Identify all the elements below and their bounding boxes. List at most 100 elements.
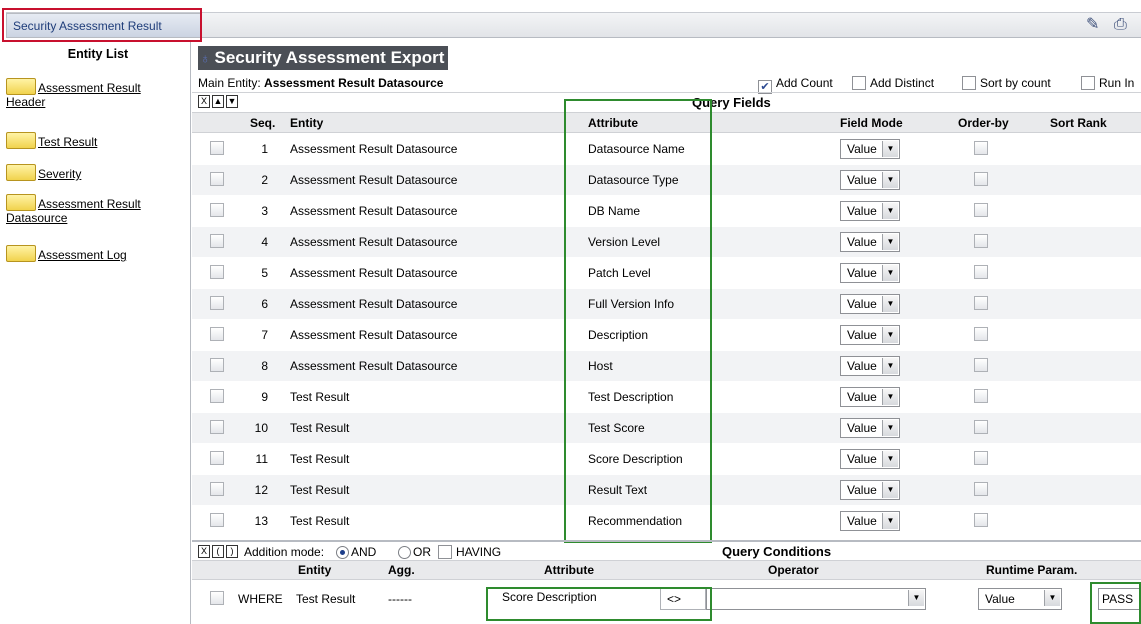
having-checkbox[interactable] <box>438 545 452 559</box>
order-by-checkbox[interactable] <box>974 451 988 465</box>
add-count-label: Add Count <box>776 76 833 90</box>
chevron-down-icon[interactable]: ▼ <box>882 327 898 343</box>
entity-item-assessment-result-datasource[interactable]: Assessment Result Datasource <box>6 194 141 225</box>
chevron-down-icon[interactable]: ▼ <box>882 265 898 281</box>
row-checkbox[interactable] <box>210 482 224 496</box>
print-icon[interactable]: ⎙ <box>1114 14 1127 36</box>
condition-row-checkbox[interactable] <box>210 591 224 605</box>
order-by-checkbox[interactable] <box>974 358 988 372</box>
row-checkbox[interactable] <box>210 389 224 403</box>
chevron-down-icon[interactable]: ▼ <box>1044 590 1060 606</box>
order-by-checkbox[interactable] <box>974 172 988 186</box>
remove-icon[interactable]: X <box>198 95 210 108</box>
chevron-down-icon[interactable]: ▼ <box>908 590 924 606</box>
add-distinct-checkbox[interactable] <box>852 76 866 90</box>
or-radio-option[interactable]: OR <box>398 545 431 559</box>
run-in-checkbox[interactable] <box>1081 76 1095 90</box>
chevron-down-icon[interactable]: ▼ <box>882 296 898 312</box>
move-up-icon[interactable]: ▲ <box>212 95 224 108</box>
row-checkbox[interactable] <box>210 203 224 217</box>
runtime-param-value: Value <box>985 592 1015 606</box>
row-entity: Assessment Result Datasource <box>290 204 458 218</box>
chevron-down-icon[interactable]: ▼ <box>882 172 898 188</box>
field-mode-select[interactable]: Value ▼ <box>840 263 900 283</box>
run-in-option[interactable]: Run In <box>1081 76 1134 90</box>
order-by-checkbox[interactable] <box>974 265 988 279</box>
or-radio[interactable] <box>398 546 411 559</box>
field-mode-select[interactable]: Value ▼ <box>840 356 900 376</box>
row-attribute: Score Description <box>588 452 683 466</box>
entity-item-test-result[interactable]: Test Result <box>6 132 97 149</box>
tab-security-assessment-result[interactable]: Security Assessment Result <box>6 13 202 38</box>
and-radio-option[interactable]: AND <box>336 545 376 559</box>
row-checkbox[interactable] <box>210 141 224 155</box>
entity-item-assessment-result-header[interactable]: Assessment Result Header <box>6 78 141 109</box>
chevron-down-icon[interactable]: ▼ <box>882 203 898 219</box>
sort-by-count-checkbox[interactable] <box>962 76 976 90</box>
table-row: 7 Assessment Result Datasource Descripti… <box>192 320 1141 351</box>
field-mode-value: Value <box>847 514 877 528</box>
field-mode-select[interactable]: Value ▼ <box>840 480 900 500</box>
field-mode-select[interactable]: Value ▼ <box>840 294 900 314</box>
runtime-param-select[interactable]: Value ▼ <box>978 588 1062 610</box>
add-distinct-label: Add Distinct <box>870 76 935 90</box>
order-by-checkbox[interactable] <box>974 327 988 341</box>
chevron-down-icon[interactable]: ▼ <box>882 389 898 405</box>
order-by-checkbox[interactable] <box>974 203 988 217</box>
query-fields-rows: 1 Assessment Result Datasource Datasourc… <box>192 134 1141 537</box>
condition-clause: WHERE <box>238 592 283 606</box>
close-paren-icon[interactable]: ) <box>226 545 238 558</box>
entity-item-label: Severity <box>38 167 82 181</box>
order-by-checkbox[interactable] <box>974 389 988 403</box>
add-distinct-option[interactable]: Add Distinct <box>852 76 934 90</box>
row-checkbox[interactable] <box>210 234 224 248</box>
remove-condition-icon[interactable]: X <box>198 545 210 558</box>
chevron-down-icon[interactable]: ▼ <box>882 482 898 498</box>
chevron-down-icon[interactable]: ▼ <box>882 420 898 436</box>
row-checkbox[interactable] <box>210 172 224 186</box>
chevron-down-icon[interactable]: ▼ <box>882 513 898 529</box>
entity-item-label-line2: Datasource <box>6 211 68 225</box>
field-mode-select[interactable]: Value ▼ <box>840 232 900 252</box>
order-by-checkbox[interactable] <box>974 482 988 496</box>
sort-by-count-option[interactable]: Sort by count <box>962 76 1051 90</box>
order-by-checkbox[interactable] <box>974 296 988 310</box>
and-radio[interactable] <box>336 546 349 559</box>
row-checkbox[interactable] <box>210 358 224 372</box>
condition-value-input[interactable]: PASS <box>1098 588 1141 610</box>
field-mode-select[interactable]: Value ▼ <box>840 511 900 531</box>
field-mode-select[interactable]: Value ▼ <box>840 418 900 438</box>
table-row: 12 Test Result Result Text Value ▼ <box>192 475 1141 506</box>
run-in-label: Run In <box>1099 76 1135 90</box>
row-entity: Assessment Result Datasource <box>290 359 458 373</box>
entity-item-severity[interactable]: Severity <box>6 164 81 181</box>
having-option[interactable]: HAVING <box>438 545 501 559</box>
open-paren-icon[interactable]: ( <box>212 545 224 558</box>
operator-value-select[interactable]: ▼ <box>706 588 926 610</box>
order-by-checkbox[interactable] <box>974 141 988 155</box>
row-checkbox[interactable] <box>210 513 224 527</box>
entity-item-assessment-log[interactable]: Assessment Log <box>6 245 127 262</box>
row-checkbox[interactable] <box>210 420 224 434</box>
row-checkbox[interactable] <box>210 451 224 465</box>
chevron-down-icon[interactable]: ▼ <box>882 234 898 250</box>
row-checkbox[interactable] <box>210 296 224 310</box>
order-by-checkbox[interactable] <box>974 420 988 434</box>
order-by-checkbox[interactable] <box>974 513 988 527</box>
chevron-down-icon[interactable]: ▼ <box>882 358 898 374</box>
field-mode-select[interactable]: Value ▼ <box>840 325 900 345</box>
move-down-icon[interactable]: ▼ <box>226 95 238 108</box>
edit-icon[interactable]: ✎ <box>1086 14 1099 36</box>
row-checkbox[interactable] <box>210 265 224 279</box>
chevron-down-icon[interactable]: ▼ <box>882 141 898 157</box>
chevron-down-icon[interactable]: ▼ <box>882 451 898 467</box>
field-mode-select[interactable]: Value ▼ <box>840 201 900 221</box>
conditions-header: Entity Agg. Attribute Operator Runtime P… <box>192 560 1141 580</box>
row-checkbox[interactable] <box>210 327 224 341</box>
field-mode-select[interactable]: Value ▼ <box>840 449 900 469</box>
field-mode-select[interactable]: Value ▼ <box>840 139 900 159</box>
field-mode-select[interactable]: Value ▼ <box>840 387 900 407</box>
operator-field[interactable]: <> <box>660 588 706 610</box>
field-mode-select[interactable]: Value ▼ <box>840 170 900 190</box>
order-by-checkbox[interactable] <box>974 234 988 248</box>
